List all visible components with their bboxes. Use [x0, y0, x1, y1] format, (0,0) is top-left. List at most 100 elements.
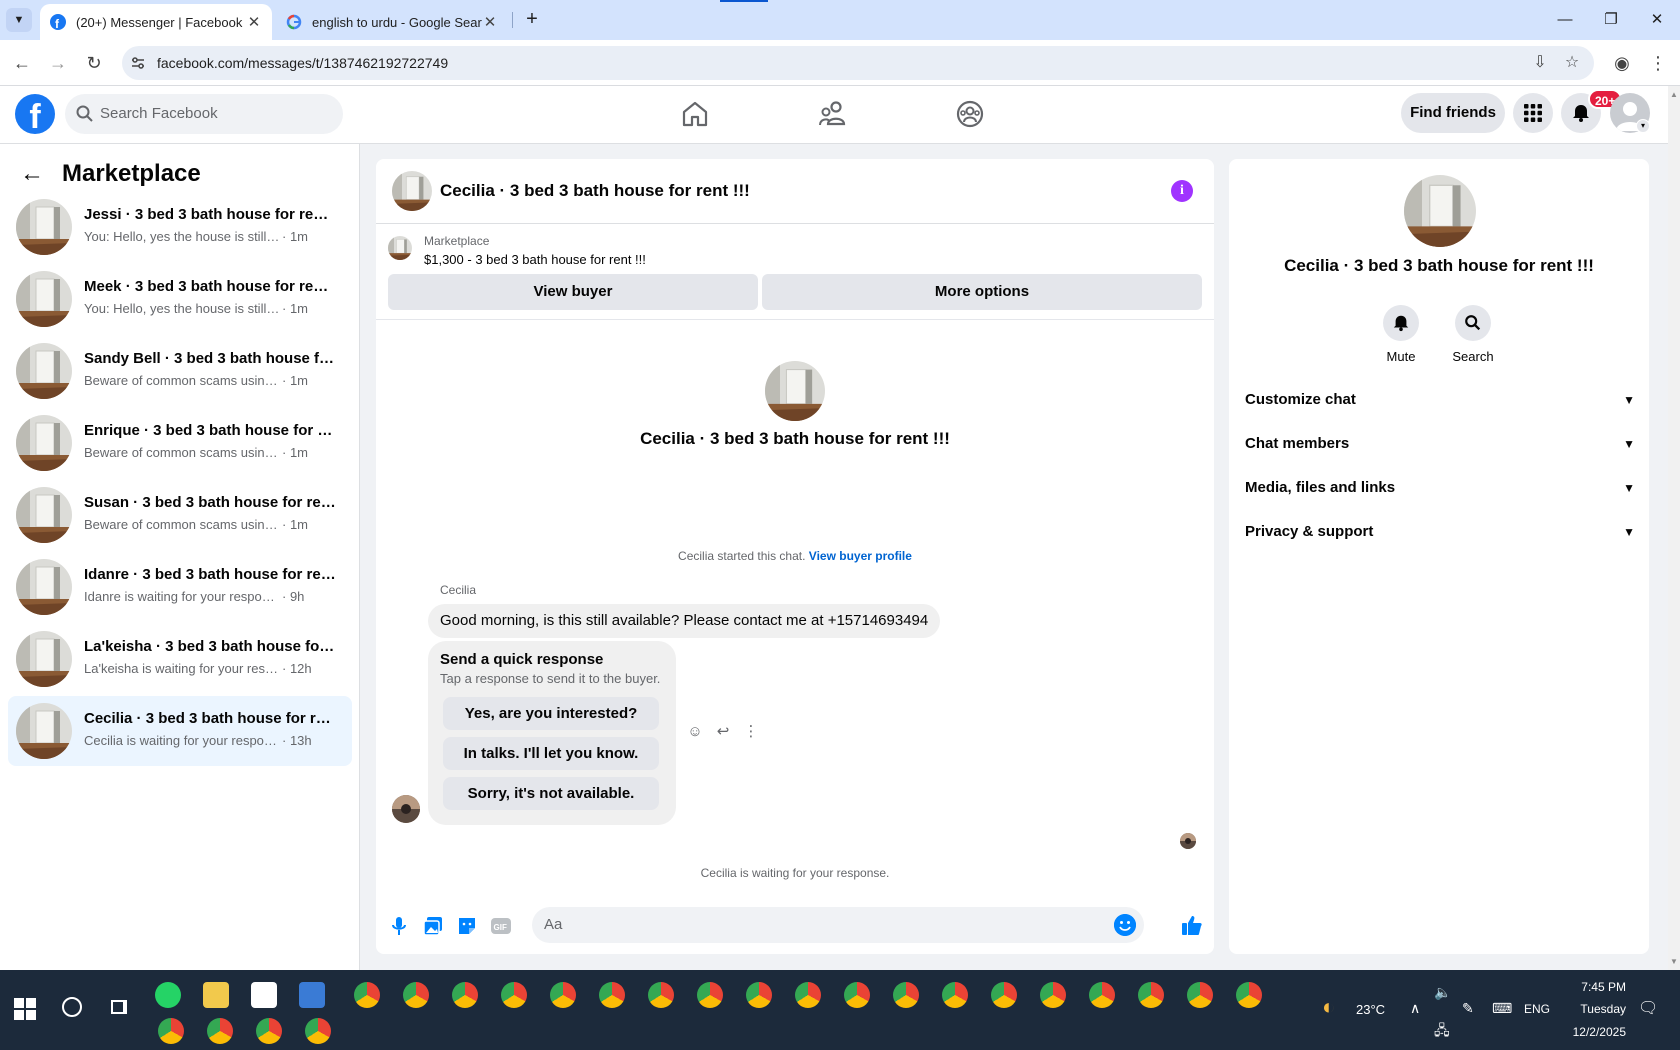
home-icon[interactable]: [679, 98, 711, 130]
site-info-icon[interactable]: [130, 55, 146, 71]
keyboard-icon[interactable]: ⌨: [1492, 1000, 1512, 1017]
mute-button[interactable]: Mute: [1371, 305, 1431, 364]
back-icon[interactable]: ←: [8, 49, 36, 77]
whatsapp-icon[interactable]: [155, 982, 181, 1008]
chrome-icon[interactable]: [452, 982, 478, 1008]
sticker-icon[interactable]: [456, 915, 478, 937]
show-hidden-icons-chevron-icon[interactable]: ∧: [1410, 1000, 1420, 1017]
conversation-item[interactable]: Susan · 3 bed 3 bath house for rent !!! B…: [8, 480, 352, 550]
chrome-icon[interactable]: [795, 982, 821, 1008]
chrome-icon[interactable]: [746, 982, 772, 1008]
chrome-icon[interactable]: [207, 1018, 233, 1044]
pen-icon[interactable]: ✎: [1462, 1000, 1474, 1017]
friends-icon[interactable]: [817, 98, 849, 130]
gif-icon[interactable]: GIF: [490, 915, 512, 937]
profile-icon[interactable]: ◉: [1608, 49, 1636, 77]
clock-day[interactable]: Tuesday: [1562, 1002, 1626, 1016]
listing-thumbnail[interactable]: [392, 171, 432, 211]
media-files-links-section[interactable]: Media, files and links ▼: [1245, 470, 1635, 506]
weather-icon[interactable]: ◐: [1322, 994, 1335, 1020]
notification-center-icon[interactable]: 🗨: [1638, 998, 1658, 1018]
facebook-search-input[interactable]: Search Facebook: [65, 94, 343, 134]
chrome-icon[interactable]: [844, 982, 870, 1008]
tab-search-chevron-icon[interactable]: ▼: [6, 8, 32, 32]
input-language[interactable]: ENG: [1524, 1002, 1550, 1016]
capcut-icon[interactable]: [251, 982, 277, 1008]
page-scrollbar[interactable]: ▲ ▼: [1668, 86, 1680, 970]
message-input[interactable]: Aa: [532, 907, 1144, 943]
more-actions-icon[interactable]: ⋮: [740, 721, 762, 743]
chrome-icon[interactable]: [648, 982, 674, 1008]
chrome-icon[interactable]: [550, 982, 576, 1008]
menu-grid-icon[interactable]: [1513, 93, 1553, 133]
file-explorer-icon[interactable]: [203, 982, 229, 1008]
chrome-icon[interactable]: [893, 982, 919, 1008]
view-buyer-profile-link[interactable]: View buyer profile: [809, 549, 912, 563]
chrome-icon[interactable]: [599, 982, 625, 1008]
conversation-item[interactable]: Idanre · 3 bed 3 bath house for rent !!!…: [8, 552, 352, 622]
chat-title[interactable]: Cecilia · 3 bed 3 bath house for rent !!…: [440, 181, 750, 201]
chrome-icon[interactable]: [354, 982, 380, 1008]
back-arrow-icon[interactable]: ←: [20, 160, 48, 188]
facebook-logo[interactable]: f: [15, 94, 55, 134]
restore-icon[interactable]: ❐: [1596, 6, 1626, 34]
chrome-icon[interactable]: [501, 982, 527, 1008]
chat-members-section[interactable]: Chat members ▼: [1245, 426, 1635, 462]
view-buyer-button[interactable]: View buyer: [388, 274, 758, 310]
chrome-icon[interactable]: [697, 982, 723, 1008]
chrome-icon[interactable]: [1138, 982, 1164, 1008]
info-icon[interactable]: i: [1171, 180, 1193, 202]
reload-icon[interactable]: ↻: [80, 49, 108, 77]
install-app-icon[interactable]: ⇩: [1530, 53, 1550, 73]
quick-response-option[interactable]: In talks. I'll let you know.: [443, 737, 659, 770]
close-tab-icon[interactable]: ✕: [482, 13, 498, 31]
taskbar-search-icon[interactable]: [62, 997, 82, 1017]
conversation-item[interactable]: Meek · 3 bed 3 bath house for rent !!! Yo…: [8, 264, 352, 334]
find-friends-button[interactable]: Find friends: [1401, 93, 1505, 133]
incoming-message-bubble[interactable]: Good morning, is this still available? P…: [428, 604, 941, 638]
emoji-icon[interactable]: [1114, 914, 1136, 936]
bookmark-star-icon[interactable]: ☆: [1562, 53, 1582, 73]
chrome-icon[interactable]: [403, 982, 429, 1008]
chrome-icon[interactable]: [305, 1018, 331, 1044]
volume-icon[interactable]: 🔈: [1434, 984, 1451, 1001]
minimize-icon[interactable]: —: [1550, 6, 1580, 34]
close-tab-icon[interactable]: ✕: [246, 13, 262, 31]
tab-messenger[interactable]: f (20+) Messenger | Facebook ✕: [40, 4, 272, 40]
like-thumbs-up-icon[interactable]: [1180, 913, 1204, 937]
photo-icon[interactable]: [422, 915, 444, 937]
quick-response-option[interactable]: Yes, are you interested?: [443, 697, 659, 730]
chrome-icon[interactable]: [1089, 982, 1115, 1008]
chrome-icon[interactable]: [991, 982, 1017, 1008]
microphone-icon[interactable]: [388, 915, 410, 937]
listing-price-title[interactable]: $1,300 - 3 bed 3 bath house for rent !!!: [424, 252, 646, 267]
scroll-down-icon[interactable]: ▼: [1670, 957, 1678, 966]
conversation-item[interactable]: Enrique · 3 bed 3 bath house for rent !!…: [8, 408, 352, 478]
quick-response-option[interactable]: Sorry, it's not available.: [443, 777, 659, 810]
chrome-icon[interactable]: [942, 982, 968, 1008]
address-bar[interactable]: facebook.com/messages/t/1387462192722749…: [122, 46, 1594, 80]
more-options-button[interactable]: More options: [762, 274, 1202, 310]
account-chevron-icon[interactable]: ▾: [1636, 119, 1650, 133]
customize-chat-section[interactable]: Customize chat ▼: [1245, 382, 1635, 418]
reply-icon[interactable]: ↩: [712, 721, 734, 743]
listing-small-thumbnail[interactable]: [388, 236, 412, 260]
windows-start-icon[interactable]: [14, 998, 36, 1020]
new-tab-icon[interactable]: +: [520, 8, 544, 32]
network-icon[interactable]: 🖧: [1434, 1020, 1450, 1044]
groups-icon[interactable]: [954, 98, 986, 130]
forward-icon[interactable]: →: [44, 49, 72, 77]
close-window-icon[interactable]: ✕: [1642, 6, 1672, 34]
react-smiley-icon[interactable]: ☺: [684, 721, 706, 743]
privacy-support-section[interactable]: Privacy & support ▼: [1245, 514, 1635, 550]
chrome-icon[interactable]: [256, 1018, 282, 1044]
chrome-icon[interactable]: [1187, 982, 1213, 1008]
sender-avatar[interactable]: [392, 795, 420, 823]
conversation-item[interactable]: Cecilia · 3 bed 3 bath house for rent !!…: [8, 696, 352, 766]
chrome-icon[interactable]: [1040, 982, 1066, 1008]
clock-date[interactable]: 12/2/2025: [1556, 1025, 1626, 1039]
scroll-up-icon[interactable]: ▲: [1670, 90, 1678, 99]
conversation-item[interactable]: La'keisha · 3 bed 3 bath house for rent …: [8, 624, 352, 694]
clock-time[interactable]: 7:45 PM: [1566, 980, 1626, 994]
menu-kebab-icon[interactable]: ⋮: [1644, 49, 1672, 77]
